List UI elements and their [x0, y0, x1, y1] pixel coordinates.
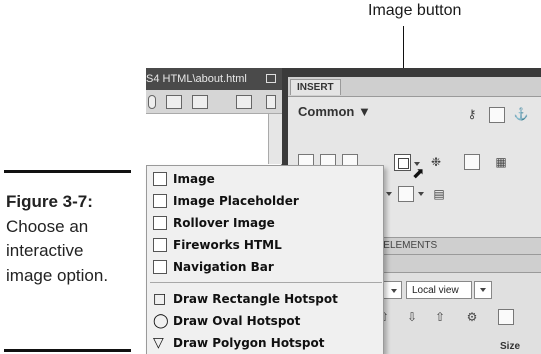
callout-label: Image button	[368, 2, 462, 19]
menu-item-draw-polygon-hotspot[interactable]: ▽ Draw Polygon Hotspot	[147, 332, 383, 354]
panel-dock-bar	[288, 68, 541, 77]
menu-item-fireworks-html[interactable]: Fireworks HTML	[147, 234, 383, 256]
view-select[interactable]: Local view	[406, 281, 472, 299]
image-icon	[153, 172, 167, 186]
insert-panel-header: INSERT	[288, 77, 541, 97]
menu-item-rollover-image[interactable]: Rollover Image	[147, 212, 383, 234]
view-options-icon[interactable]	[166, 95, 182, 109]
email-link-icon[interactable]	[489, 107, 505, 123]
check-out-icon[interactable]: ⇧	[432, 309, 448, 325]
expand-icon[interactable]	[498, 309, 514, 325]
pin-icon[interactable]	[266, 74, 276, 83]
document-toolbar	[146, 90, 282, 114]
image-button[interactable]	[394, 154, 411, 171]
refresh-icon[interactable]	[148, 95, 156, 109]
menu-item-label: Rollover Image	[173, 216, 275, 230]
chevron-down-icon	[480, 288, 486, 293]
caption-top-rule	[4, 170, 131, 173]
rectangle-hotspot-icon: □	[153, 291, 167, 307]
fireworks-html-icon	[153, 238, 167, 252]
figure-number: Figure 3-7	[6, 192, 88, 211]
put-files-icon[interactable]: ⇩	[404, 309, 420, 325]
menu-item-draw-oval-hotspot[interactable]: ◯ Draw Oval Hotspot	[147, 310, 383, 332]
caption-bottom-rule	[4, 349, 131, 352]
menu-item-label: Draw Rectangle Hotspot	[173, 292, 338, 306]
head-icon[interactable]	[398, 186, 414, 202]
column-header-size[interactable]: Size	[500, 341, 520, 352]
menu-separator	[150, 282, 382, 283]
view-select-arrow[interactable]	[474, 281, 492, 299]
document-scrollbar[interactable]	[268, 114, 282, 164]
image-options-menu: Image Image Placeholder Rollover Image F…	[146, 165, 384, 354]
menu-item-image[interactable]: Image	[147, 168, 383, 190]
menu-item-label: Draw Oval Hotspot	[173, 314, 301, 328]
category-label: Common	[298, 104, 355, 119]
figure-text: Choose an interactive image option.	[6, 216, 109, 285]
menu-item-image-placeholder[interactable]: Image Placeholder	[147, 190, 383, 212]
document-tab-title: S4 HTML\about.html	[146, 73, 247, 85]
polygon-hotspot-icon: ▽	[153, 335, 164, 351]
comment-dropdown-arrow-icon[interactable]	[386, 192, 392, 197]
chevron-down-icon	[391, 289, 397, 294]
tab-insert[interactable]: INSERT	[290, 79, 341, 95]
menu-item-label: Image	[173, 172, 215, 186]
category-select[interactable]: Common ▼	[298, 104, 371, 119]
rollover-image-icon	[153, 216, 167, 230]
head-dropdown-arrow-icon[interactable]	[418, 192, 424, 197]
preview-icon[interactable]	[236, 95, 252, 109]
figure-caption: Figure 3-7: Choose an interactive image …	[6, 192, 109, 285]
image-placeholder-icon	[153, 194, 167, 208]
menu-item-navigation-bar[interactable]: Navigation Bar	[147, 256, 383, 278]
server-side-include-icon[interactable]: ▦	[493, 154, 509, 170]
chevron-down-icon: ▼	[357, 104, 371, 119]
named-anchor-icon[interactable]: ⚓	[513, 106, 529, 122]
hyperlink-icon[interactable]: ⚷	[464, 106, 480, 122]
menu-item-label: Fireworks HTML	[173, 238, 282, 252]
menu-item-label: Navigation Bar	[173, 260, 274, 274]
document-tab[interactable]: S4 HTML\about.html	[146, 68, 282, 90]
menu-item-draw-rectangle-hotspot[interactable]: □ Draw Rectangle Hotspot	[147, 288, 383, 310]
menu-item-label: Image Placeholder	[173, 194, 299, 208]
script-icon[interactable]: ▤	[431, 186, 447, 202]
media-icon[interactable]: ❉	[428, 154, 444, 170]
navigation-bar-icon	[153, 260, 167, 274]
date-icon[interactable]	[464, 154, 480, 170]
visual-aids-icon[interactable]	[192, 95, 208, 109]
mouse-pointer-icon: ⬈	[412, 165, 425, 182]
menu-item-label: Draw Polygon Hotspot	[173, 336, 325, 350]
file-management-icon[interactable]	[266, 95, 276, 109]
oval-hotspot-icon: ◯	[153, 313, 169, 329]
check-in-icon[interactable]: ⚙	[464, 309, 480, 325]
